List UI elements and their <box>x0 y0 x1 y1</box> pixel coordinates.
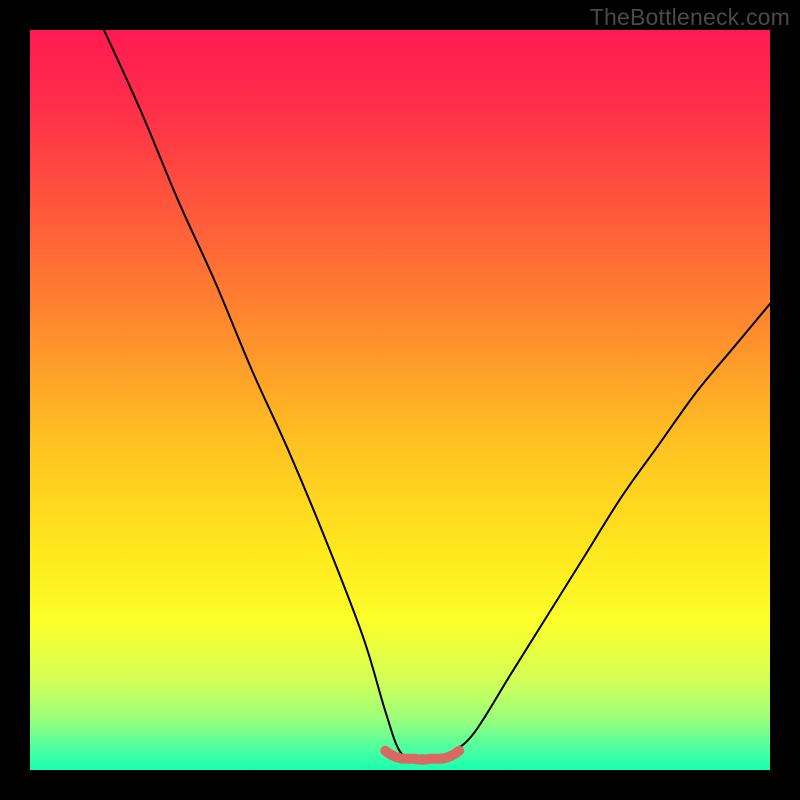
watermark-text: TheBottleneck.com <box>590 4 790 31</box>
gradient-background <box>30 30 770 770</box>
bottleneck-chart <box>30 30 770 770</box>
chart-frame: TheBottleneck.com <box>0 0 800 800</box>
